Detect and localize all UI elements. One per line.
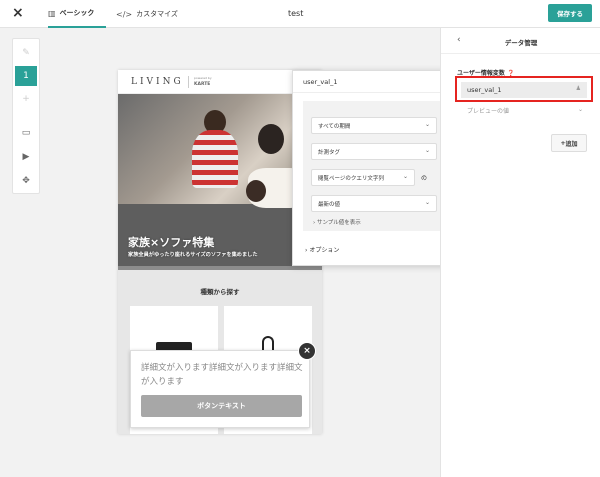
layer-number: 1 (23, 71, 29, 81)
panel-icon: ▥ (48, 8, 56, 18)
chevron-down-icon: ⌄ (424, 121, 430, 128)
value-select-value: 最新の値 (318, 201, 341, 208)
devices-icon[interactable]: ▭ (15, 123, 37, 143)
mother-head (246, 180, 266, 202)
options-toggle[interactable]: › オプション (305, 245, 339, 254)
tag-select[interactable]: 計測タグ ⌄ (311, 143, 437, 160)
query-select-value: 閲覧ページのクエリ文字列 (318, 175, 384, 182)
code-icon: </> (116, 9, 133, 19)
expand-icon[interactable]: ✥ (15, 171, 37, 191)
tag-select-value: 計測タグ (318, 149, 341, 156)
father-head (258, 124, 284, 154)
query-select[interactable]: 閲覧ページのクエリ文字列 ⌄ (311, 169, 415, 186)
popup-banner: 詳細文が入ります詳細文が入ります詳細文が入ります ボタンテキスト (130, 350, 310, 428)
karte-logo: KARTE (194, 82, 211, 87)
period-select-value: すべての期間 (318, 123, 351, 130)
popup-body: 詳細文が入ります詳細文が入ります詳細文が入ります (141, 363, 303, 387)
hero-subtitle: 家族全員がゆったり座れるサイズのソファを集めました (128, 252, 258, 258)
modal-body: すべての期間 ⌄ 計測タグ ⌄ 閲覧ページのクエリ文字列 ⌄ の 最新の値 ⌄ … (303, 101, 445, 231)
add-icon[interactable]: + (15, 89, 37, 109)
tab-customize-label: カスタマイズ (136, 10, 178, 18)
value-select[interactable]: 最新の値 ⌄ (311, 195, 437, 212)
logo-divider (188, 76, 189, 88)
chevron-down-icon: ⌄ (402, 173, 408, 180)
panel-header: ‹ データ管理 (441, 28, 600, 54)
left-toolbar: ✎ 1 + ▭ ▶ ✥ (12, 38, 40, 194)
top-bar: × ▥ ベーシック </> カスタマイズ test 保存する (0, 0, 600, 28)
hero-title: 家族×ソファ特集 (128, 236, 215, 249)
child-striped-shirt (192, 130, 238, 188)
popup-close-icon[interactable]: × (298, 342, 316, 360)
query-suffix: の (421, 175, 428, 182)
category-title: 種類から探す (200, 288, 240, 296)
modal-title: user_val_1 (303, 78, 338, 86)
preview-value-placeholder: プレビューの値 (467, 108, 510, 115)
save-button[interactable]: 保存する (548, 4, 592, 22)
person-icon: ♟ (575, 85, 581, 92)
chevron-down-icon: ⌄ (424, 147, 430, 154)
living-logo: LIVING (131, 77, 184, 87)
tab-basic[interactable]: ▥ ベーシック (48, 0, 106, 28)
user-variable-value: user_val_1 (467, 86, 502, 94)
chevron-down-icon: ⌄ (424, 199, 430, 206)
preview-icon[interactable]: ▶ (15, 147, 37, 167)
layer-1-button[interactable]: 1 (15, 66, 37, 86)
sample-values-label: サンプル値を表示 (316, 220, 361, 226)
close-icon[interactable]: × (12, 5, 24, 21)
modal-header: user_val_1 × (293, 71, 455, 93)
edit-icon[interactable]: ✎ (15, 43, 37, 63)
add-button[interactable]: + 追加 (551, 134, 587, 152)
add-label: 追加 (565, 140, 578, 148)
options-label: オプション (309, 247, 340, 254)
variable-settings-modal: user_val_1 × すべての期間 ⌄ 計測タグ ⌄ 閲覧ページのクエリ文字… (292, 70, 455, 266)
panel-title: データ管理 (504, 39, 538, 47)
chevron-down-icon: ⌄ (577, 106, 583, 113)
document-title: test (288, 9, 304, 18)
tab-basic-label: ベーシック (59, 9, 95, 17)
user-variable-field[interactable]: user_val_1 ♟ (461, 82, 587, 98)
preview-value-select[interactable]: プレビューの値 ⌄ (461, 106, 587, 118)
sample-values-link[interactable]: › サンプル値を表示 (313, 218, 361, 226)
tab-customize[interactable]: </> カスタマイズ (116, 0, 178, 28)
powered-by-text: powered by (194, 76, 212, 80)
popup-button[interactable]: ボタンテキスト (141, 395, 302, 417)
period-select[interactable]: すべての期間 ⌄ (311, 117, 437, 134)
data-management-panel: ‹ データ管理 ユーザー情報変数 ❓ user_val_1 ♟ プレビューの値 … (440, 28, 600, 477)
